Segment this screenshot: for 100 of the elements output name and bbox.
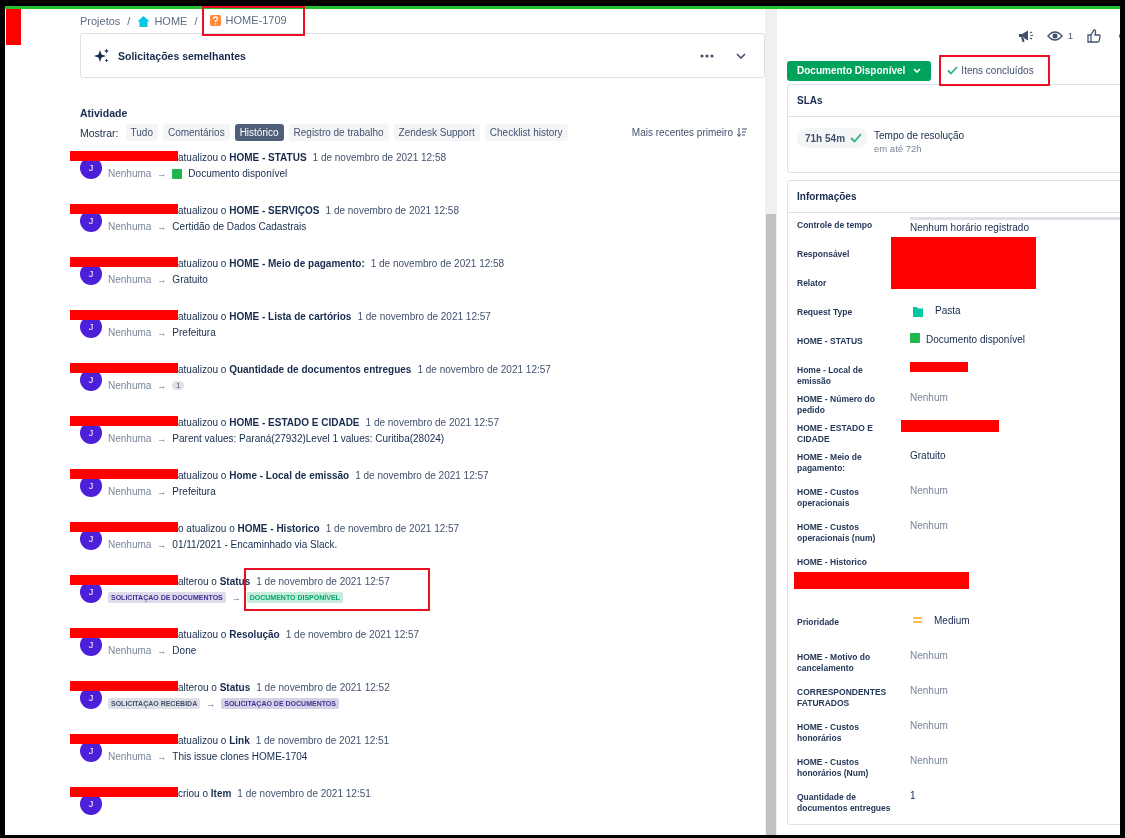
- timestamp: 1 de novembro de 2021 12:58: [325, 204, 459, 216]
- card-title: SLAs: [788, 85, 1120, 117]
- new-value: Prefeitura: [172, 327, 216, 338]
- old-value: Nenhuma: [108, 645, 152, 656]
- redaction-block: [910, 362, 968, 372]
- activity-text: o atualizou o HOME - Historico: [178, 522, 320, 534]
- activity-text: atualizou o HOME - ESTADO E CIDADE: [178, 416, 360, 428]
- old-value: Nenhuma: [108, 327, 152, 338]
- arrow-icon: →: [231, 592, 241, 603]
- arrow-icon: →: [157, 751, 167, 762]
- filter-tab[interactable]: Comentários: [162, 124, 230, 141]
- field-label: Prioridade: [797, 616, 841, 629]
- issue-type-icon: [210, 14, 222, 26]
- arrow-icon: →: [206, 698, 216, 709]
- old-value: Nenhuma: [108, 274, 152, 285]
- breadcrumb-link[interactable]: HOME-1709: [204, 8, 303, 34]
- card-title: Informações: [788, 181, 1120, 213]
- arrow-icon: →: [157, 645, 167, 656]
- thumbs-up-icon: [1087, 29, 1101, 43]
- field-value: Documento disponível: [926, 333, 1025, 347]
- new-value: Documento disponível: [188, 168, 288, 179]
- old-value: Nenhuma: [108, 221, 152, 232]
- caret-icon: [913, 68, 922, 73]
- new-value: This issue clones HOME-1704: [172, 751, 308, 762]
- old-value: Nenhuma: [108, 539, 152, 550]
- filter-tab[interactable]: Histórico: [234, 124, 284, 141]
- field-value: Nenhum horário registrado: [910, 221, 1029, 235]
- filter-tab[interactable]: Checklist history: [484, 124, 568, 141]
- old-value: Nenhuma: [108, 751, 152, 762]
- more-icon: [700, 53, 714, 58]
- field-label: Request Type: [797, 306, 854, 319]
- redaction-block: [6, 9, 21, 45]
- old-value: Nenhuma: [108, 168, 152, 179]
- new-value: Parent values: Paraná(27932)Level 1 values: Curitiba(28024): [172, 433, 445, 444]
- check-icon: [850, 133, 863, 143]
- field-label: Controle de tempo: [797, 219, 874, 232]
- checklist-status: Itens concluídos: [941, 57, 1048, 84]
- timestamp: 1 de novembro de 2021 12:58: [370, 257, 505, 269]
- filter-tab[interactable]: Zendesk Support: [393, 124, 480, 141]
- new-value: Gratuito: [172, 274, 208, 285]
- breadcrumb-link[interactable]: Projetos: [80, 15, 121, 27]
- field-value: Medium: [934, 614, 970, 628]
- activity-text: alterou o Status: [178, 681, 251, 693]
- scrollbar[interactable]: [765, 9, 777, 835]
- field-label: CORRESPONDENTES FATURADOS: [797, 686, 888, 710]
- field-label: HOME - Número do pedido: [797, 393, 876, 417]
- filter-tab[interactable]: Tudo: [125, 124, 158, 141]
- old-value: Nenhuma: [108, 433, 152, 444]
- field-label: HOME - Custos operacionais (num): [797, 521, 877, 545]
- arrow-icon: →: [157, 433, 167, 444]
- new-value: 01/11/2021 - Encaminhado via Slack.: [172, 539, 338, 550]
- watchers-button[interactable]: 1: [1047, 30, 1073, 42]
- sparkle-icon: [94, 47, 110, 64]
- timestamp: 1 de novembro de 2021 12:58: [312, 151, 446, 163]
- breadcrumb-link[interactable]: HOME: [137, 14, 188, 28]
- activity-text: atualizou o Resolução: [178, 628, 280, 640]
- arrow-icon: →: [157, 327, 167, 338]
- section-title: Atividade: [80, 107, 129, 119]
- sla-name: Tempo de resolução: [874, 130, 965, 141]
- old-value: Nenhuma: [108, 486, 152, 497]
- field-label: HOME - STATUS: [797, 335, 864, 348]
- field-label: Quantidade de documentos entregues: [797, 791, 892, 815]
- sort-button[interactable]: Mais recentes primeiro: [631, 127, 747, 138]
- megaphone-icon: [1017, 29, 1033, 43]
- field-label: HOME - Meio de pagamento:: [797, 451, 863, 475]
- breadcrumb-separator: /: [194, 15, 198, 27]
- timestamp: 1 de novembro de 2021 12:57: [357, 310, 491, 322]
- activity-text: atualizou o HOME - STATUS: [178, 151, 307, 163]
- field-label: Responsável: [797, 248, 851, 261]
- timestamp: 1 de novembro de 2021 12:57: [417, 363, 551, 375]
- field-value: Nenhum: [910, 484, 948, 498]
- filter-tab[interactable]: Registro de trabalho: [288, 124, 389, 141]
- timestamp: 1 de novembro de 2021 12:57: [355, 469, 489, 481]
- field-label: HOME - Custos honorários (Num): [797, 756, 870, 780]
- eye-icon: [1047, 30, 1063, 42]
- field-value: Nenhum: [910, 519, 948, 533]
- arrow-icon: →: [157, 221, 167, 232]
- arrow-icon: →: [157, 486, 167, 497]
- activity-text: criou o Item: [178, 787, 232, 799]
- timestamp: 1 de novembro de 2021 12:51: [237, 787, 371, 799]
- field-value: Nenhum: [910, 754, 948, 768]
- house-icon: [137, 14, 151, 28]
- activity-text: atualizou o HOME - Meio de pagamento:: [178, 257, 365, 269]
- timestamp: 1 de novembro de 2021 12:57: [365, 416, 499, 428]
- chevron-down-icon: [736, 52, 746, 59]
- timestamp: 1 de novembro de 2021 12:51: [255, 734, 390, 746]
- field-value: Pasta: [935, 304, 961, 318]
- check-icon: [947, 66, 959, 75]
- new-value: Prefeitura: [172, 486, 216, 497]
- field-label: HOME - Custos operacionais: [797, 486, 860, 510]
- field-value: Nenhum: [910, 719, 948, 733]
- activity-text: atualizou o HOME - Lista de cartórios: [178, 310, 352, 322]
- field-value: Nenhum: [910, 391, 948, 405]
- field-label: Relator: [797, 277, 828, 290]
- field-label: HOME - Custos honorários: [797, 721, 860, 745]
- filter-label: Mostrar:: [80, 126, 119, 139]
- new-value: Done: [172, 645, 197, 656]
- field-value: Nenhum: [910, 684, 948, 698]
- field-value: 1: [910, 789, 916, 803]
- activity-text: atualizou o Home - Local de emissão: [178, 469, 350, 481]
